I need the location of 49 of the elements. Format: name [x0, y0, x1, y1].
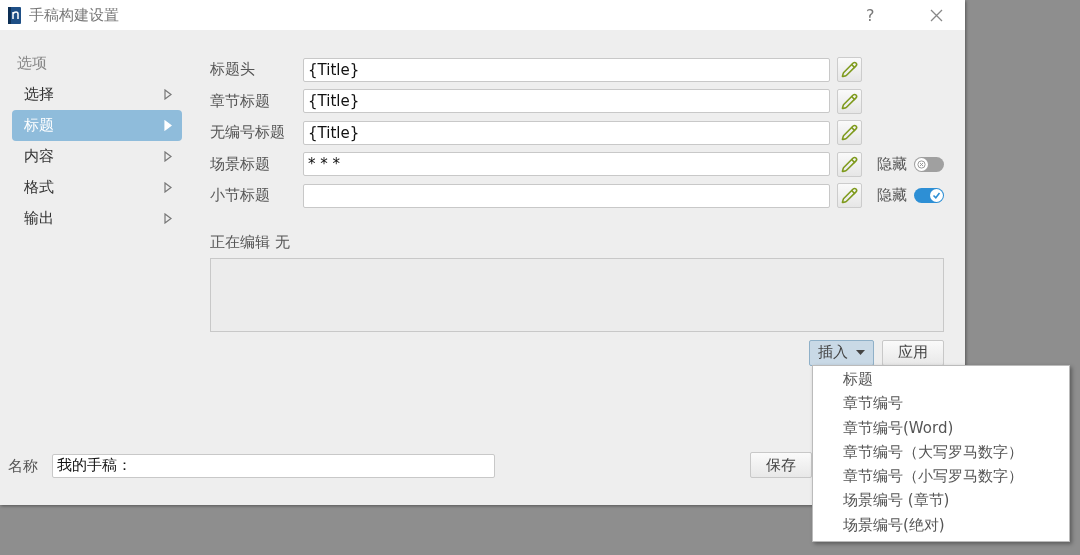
input-field[interactable]: {Title} [303, 57, 830, 82]
menu-item[interactable]: 场景编号 (章节) [813, 488, 1069, 513]
triangle-icon [164, 89, 172, 100]
toggle-switch[interactable] [914, 156, 944, 172]
input-field[interactable]: * * * [303, 152, 830, 177]
edit-button[interactable] [837, 151, 862, 177]
edit-button[interactable] [837, 183, 862, 209]
menu-item[interactable]: 场景编号(绝对) [813, 512, 1069, 538]
edit-button[interactable] [837, 57, 862, 83]
toggle-label: 隐藏 [877, 154, 908, 174]
triangle-icon [164, 151, 172, 162]
toggle-switch[interactable] [914, 188, 944, 204]
cross-icon [917, 159, 926, 169]
menu-item[interactable]: 章节编号（小写罗马数字） [813, 464, 1069, 489]
input-field[interactable] [303, 183, 830, 208]
caret-icon [856, 350, 865, 355]
sidebar-item[interactable]: 格式 [12, 172, 182, 203]
toggle-label: 隐藏 [877, 186, 908, 206]
check-icon [932, 191, 941, 201]
menu-item[interactable]: 章节编号 [813, 391, 1069, 416]
menu-item[interactable]: 标题 [813, 367, 1069, 392]
field-label: 小节标题 [210, 186, 271, 206]
field-label: 场景标题 [210, 154, 271, 174]
triangle-icon [164, 182, 172, 193]
close-icon[interactable] [930, 8, 943, 22]
edit-button[interactable] [837, 88, 862, 114]
field-label: 无编号标题 [210, 123, 286, 143]
sidebar-heading: 选项 [16, 54, 47, 74]
name-field[interactable]: 我的手稿： [52, 453, 495, 478]
input-field[interactable]: {Title} [303, 89, 830, 114]
window-title: 手稿构建设置 [29, 5, 120, 25]
insert-button[interactable]: 插入 [809, 339, 874, 366]
help-button[interactable]: ? [866, 5, 922, 25]
field-label: 标题头 [210, 60, 256, 80]
editing-label: 正在编辑 无 [210, 232, 290, 252]
field-label: 章节标题 [210, 91, 271, 111]
sidebar-item[interactable]: 选择 [12, 79, 182, 110]
menu-item[interactable]: 章节编号（大写罗马数字） [813, 439, 1069, 465]
apply-button[interactable]: 应用 [882, 339, 944, 366]
menu-item[interactable]: 章节编号(Word) [813, 415, 1069, 440]
edit-button[interactable] [837, 120, 862, 146]
name-label: 名称 [8, 455, 39, 477]
input-field[interactable]: {Title} [303, 120, 830, 145]
save-button[interactable]: 保存 [750, 452, 812, 478]
triangle-icon [164, 213, 172, 224]
sidebar-item[interactable]: 内容 [12, 141, 182, 172]
app-icon [8, 6, 21, 24]
triangle-icon [164, 120, 172, 131]
sidebar-item[interactable]: 输出 [12, 203, 182, 234]
